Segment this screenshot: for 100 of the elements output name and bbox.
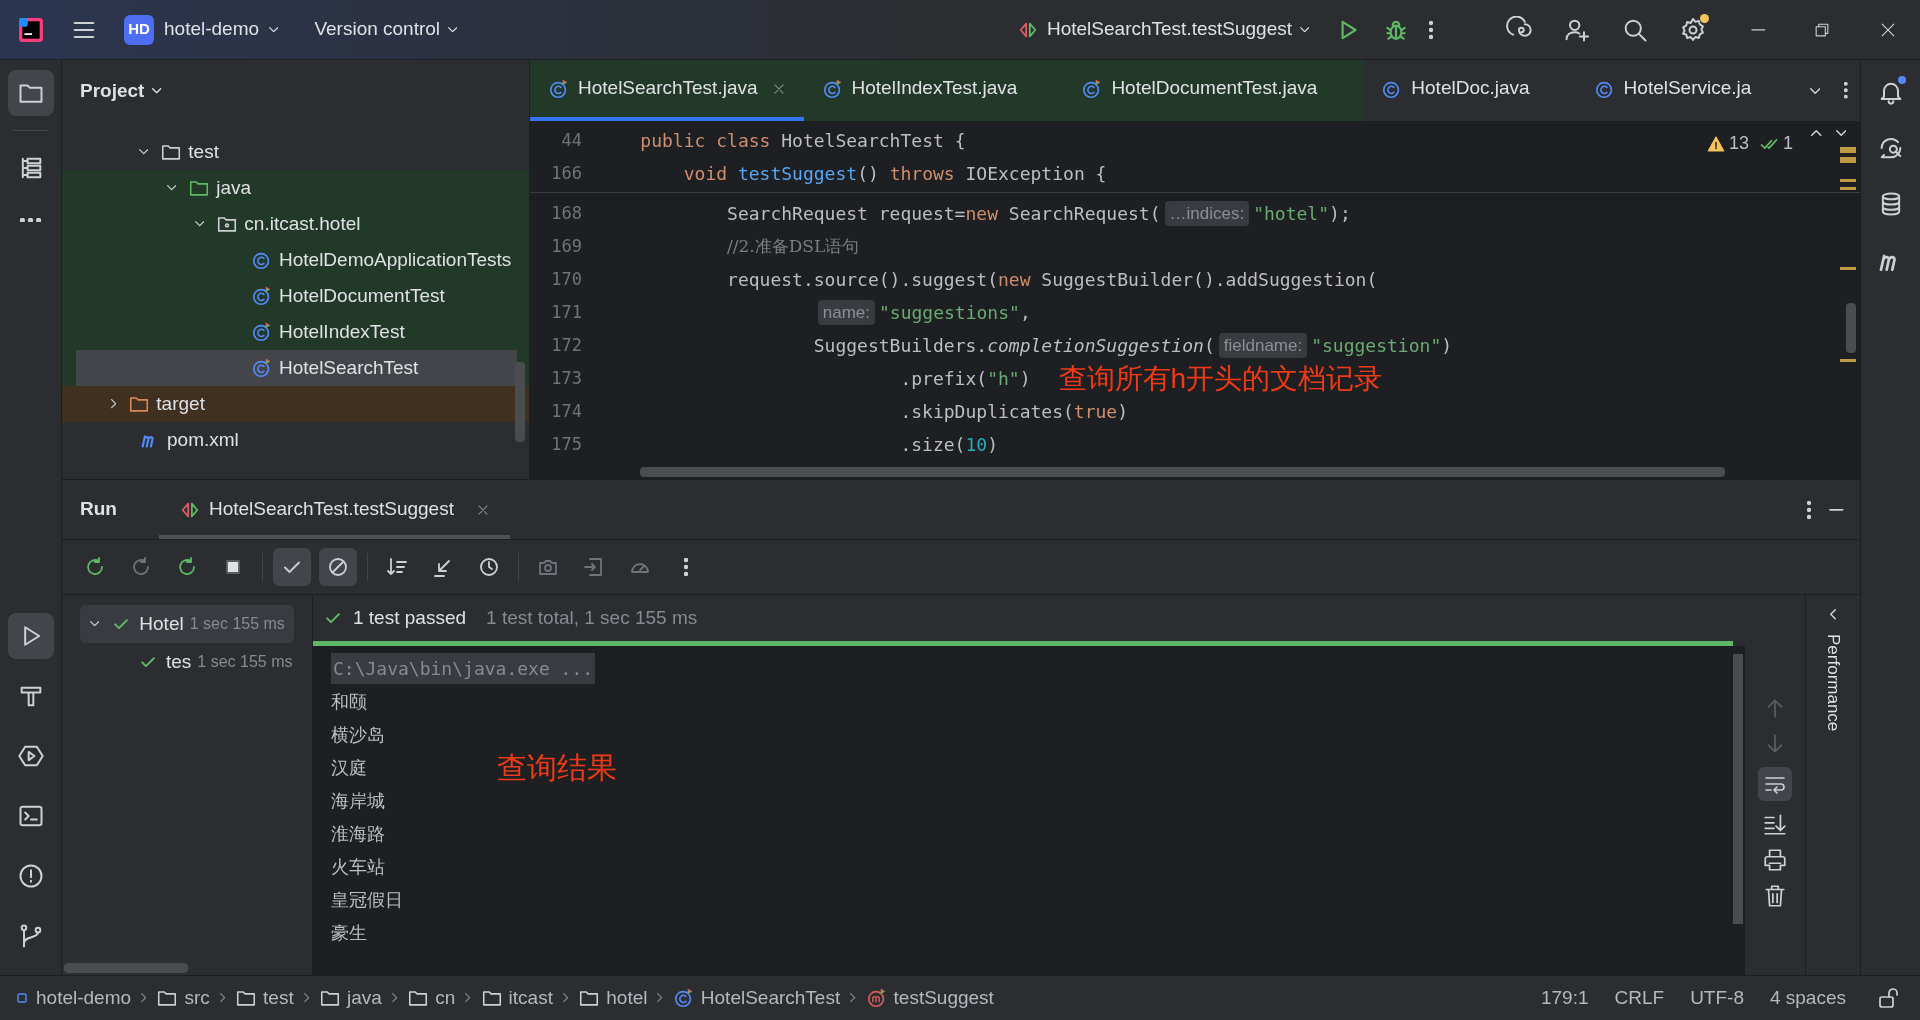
- chevron-down-icon: [90, 621, 100, 627]
- test-class-icon: [251, 357, 273, 379]
- warnings-indicator[interactable]: 13: [1706, 130, 1749, 157]
- status-item[interactable]: 4 spaces: [1769, 983, 1846, 1013]
- tree-item[interactable]: pom.xml: [62, 422, 529, 458]
- performance-tab[interactable]: Performance: [1821, 633, 1845, 731]
- tree-item[interactable]: cn.itcast.hotel: [62, 206, 529, 242]
- print-icon[interactable]: [1762, 847, 1788, 873]
- editor-tab[interactable]: HotelDocumentTest.java: [1063, 60, 1364, 121]
- editor-tab[interactable]: HotelDoc.java: [1363, 60, 1576, 121]
- line-number: 172: [550, 333, 582, 357]
- console-line: 汉庭: [331, 756, 368, 780]
- read-only-toggle[interactable]: [1876, 986, 1900, 1010]
- chevron-down-icon: [448, 26, 458, 33]
- trash-icon[interactable]: [1762, 883, 1788, 909]
- project-tool-button[interactable]: [7, 70, 54, 116]
- minimize-button[interactable]: [1751, 27, 1766, 32]
- chevron-left-icon[interactable]: [1830, 609, 1836, 620]
- more-button[interactable]: [1429, 20, 1434, 39]
- test-item[interactable]: Hotel 1 sec 155 ms: [80, 605, 294, 643]
- project-badge: HD: [124, 14, 154, 45]
- chevron-down-icon: [1300, 26, 1310, 33]
- line-number: 44: [560, 128, 582, 152]
- code-line: public class HotelSearchTest {: [639, 129, 966, 153]
- horizontal-scrollbar[interactable]: [640, 467, 1725, 477]
- version-control-menu[interactable]: Version control: [314, 15, 458, 44]
- line-number: 168: [550, 201, 582, 225]
- chevron-down-icon: [195, 221, 205, 227]
- annotation-text: 查询所有h开头的文档记录: [1058, 361, 1383, 396]
- settings-button[interactable]: [1679, 15, 1708, 44]
- code-line: SuggestBuilders.completionSuggestion( fieldname: "suggestion"): [597, 332, 1453, 359]
- show-passed-button[interactable]: [273, 548, 311, 586]
- breadcrumb[interactable]: hotel-demo: [14, 983, 132, 1013]
- breadcrumb[interactable]: cn: [407, 983, 456, 1013]
- soft-wrap-button[interactable]: [1758, 767, 1792, 801]
- line-number: 175: [550, 432, 582, 456]
- passed-indicator[interactable]: 1: [1759, 130, 1793, 157]
- breadcrumb[interactable]: test: [235, 983, 294, 1013]
- tree-item[interactable]: java: [62, 170, 529, 206]
- chevron-up-icon[interactable]: [1811, 130, 1822, 136]
- project-view-selector[interactable]: Project: [80, 76, 162, 106]
- close-icon[interactable]: [771, 81, 786, 96]
- status-item[interactable]: UTF-8: [1690, 983, 1744, 1013]
- chevron-down-icon: [269, 26, 279, 33]
- chevron-right-icon: [562, 993, 569, 1003]
- hide-panel-button[interactable]: [1829, 507, 1844, 512]
- breadcrumb[interactable]: testSuggest: [865, 983, 994, 1013]
- vertical-scrollbar[interactable]: [1846, 303, 1856, 353]
- breadcrumb[interactable]: itcast: [480, 983, 553, 1013]
- editor-tab[interactable]: HotelIndexTest.java: [803, 60, 1064, 121]
- chevron-down-icon: [1809, 87, 1821, 94]
- horizontal-scrollbar[interactable]: [64, 963, 188, 973]
- tree-item[interactable]: HotelIndexTest: [62, 314, 529, 350]
- code-line: request.source().suggest(new SuggestBuilder().addSuggestion(: [726, 268, 1378, 292]
- breadcrumb[interactable]: hotel: [578, 983, 648, 1013]
- breadcrumb[interactable]: HotelSearchTest: [672, 983, 841, 1013]
- minimize-icon: [1829, 507, 1844, 512]
- options-button[interactable]: [1807, 500, 1812, 519]
- chevron-down-icon: [139, 149, 149, 155]
- run-configuration-selector[interactable]: HotelSearchTest.testSuggest: [1017, 15, 1310, 44]
- code-line: .size(10): [899, 433, 998, 457]
- breadcrumb[interactable]: src: [156, 983, 210, 1013]
- tree-item[interactable]: HotelDocumentTest: [62, 278, 529, 314]
- vertical-scrollbar[interactable]: [1733, 654, 1743, 924]
- vertical-scrollbar[interactable]: [515, 362, 525, 442]
- more-icon: [1844, 82, 1848, 99]
- status-item[interactable]: 179:1: [1540, 983, 1589, 1013]
- editor-tab[interactable]: HotelService.ja: [1575, 60, 1798, 121]
- console-line: 淮海路: [331, 822, 386, 846]
- chevron-down-icon[interactable]: [1835, 130, 1846, 136]
- breadcrumb[interactable]: java: [319, 983, 382, 1013]
- console-line: 豪生: [331, 921, 368, 945]
- chevron-right-icon: [657, 993, 663, 1003]
- tree-item[interactable]: HotelDemoApplicationTests: [62, 242, 529, 278]
- unlock-icon: [1876, 986, 1900, 1010]
- run-tab[interactable]: HotelSearchTest.testSuggest: [158, 480, 510, 539]
- editor-tab[interactable]: HotelSearchTest.java: [530, 60, 804, 121]
- test-item[interactable]: tes 1 sec 155 ms: [80, 643, 294, 681]
- more-icon: [684, 558, 688, 576]
- line-number: 169: [550, 234, 582, 258]
- close-icon[interactable]: [475, 502, 490, 517]
- chevron-right-icon: [850, 993, 856, 1003]
- chevron-right-icon: [391, 993, 398, 1003]
- tree-item[interactable]: test: [62, 134, 529, 170]
- chevron-right-icon: [303, 993, 309, 1003]
- console-line: 火车站: [331, 855, 386, 879]
- code-line: name: "suggestions",: [597, 299, 1031, 326]
- logo-icon[interactable]: [18, 16, 44, 43]
- panel-title: Run: [80, 497, 117, 522]
- chevron-down-icon: [167, 185, 177, 191]
- project-switcher[interactable]: HD hotel-demo: [124, 14, 279, 45]
- chevron-right-icon: [219, 993, 226, 1003]
- chevron-right-icon: [141, 993, 147, 1003]
- run-tool-button[interactable]: [7, 613, 54, 659]
- more-icon: [1807, 500, 1812, 519]
- tree-item[interactable]: HotelSearchTest: [62, 350, 529, 386]
- show-ignored-button[interactable]: [319, 548, 357, 586]
- tree-item[interactable]: target: [62, 386, 529, 422]
- scroll-to-end-icon[interactable]: [1762, 811, 1788, 837]
- status-item[interactable]: CRLF: [1614, 983, 1665, 1013]
